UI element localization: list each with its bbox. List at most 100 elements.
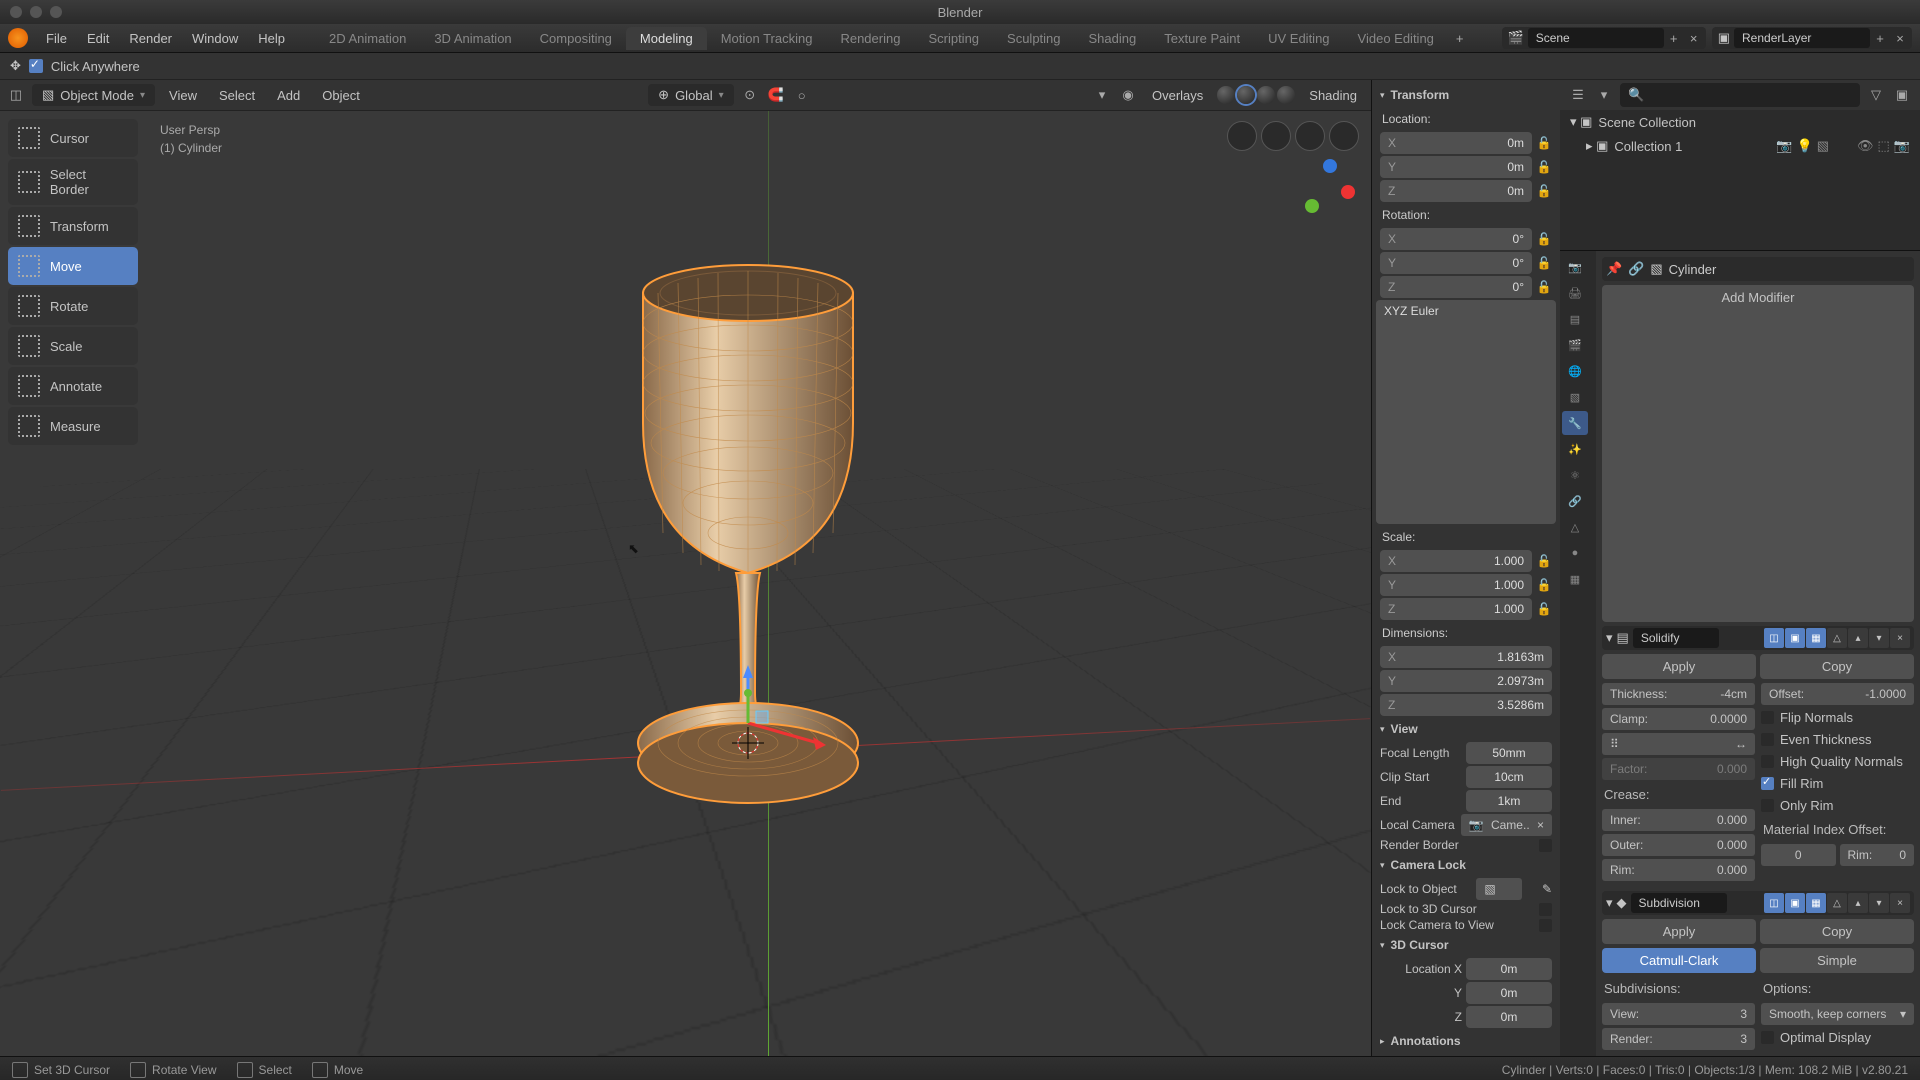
lock-icon[interactable]: 🔓 xyxy=(1536,280,1552,294)
tool-cursor[interactable]: Cursor xyxy=(8,119,138,157)
3d-cursor-section-header[interactable]: 3D Cursor xyxy=(1376,934,1556,956)
optimal-display-checkbox[interactable] xyxy=(1761,1031,1774,1044)
window-controls[interactable] xyxy=(0,6,62,18)
thickness-field[interactable]: Thickness:-4cm xyxy=(1602,683,1755,705)
visibility-icon[interactable]: 👁 xyxy=(1857,138,1874,154)
catmull-clark-button[interactable]: Catmull-Clark xyxy=(1602,948,1756,973)
tab-viewlayer-icon[interactable]: ▤ xyxy=(1562,307,1588,331)
outliner-collection-1[interactable]: ▸ ▣ Collection 1 📷 💡 ▧ 👁 ⬚ 📷 xyxy=(1560,134,1920,158)
mod-up-icon[interactable]: ▴ xyxy=(1848,893,1868,913)
solidify-name-field[interactable] xyxy=(1633,628,1719,648)
tab-output-icon[interactable]: 🖨 xyxy=(1562,281,1588,305)
crease-outer-field[interactable]: Outer:0.000 xyxy=(1602,834,1755,856)
uv-smooth-dropdown[interactable]: Smooth, keep corners▾ xyxy=(1761,1003,1914,1025)
lock-icon[interactable]: 🔓 xyxy=(1536,232,1552,246)
render-border-checkbox[interactable] xyxy=(1539,839,1552,852)
clip-end-field[interactable]: 1km xyxy=(1466,790,1552,812)
mod-realtime-icon[interactable]: ▣ xyxy=(1785,628,1805,648)
object-mesh-icon[interactable]: ▧ xyxy=(1817,138,1829,154)
snap-icon[interactable]: 🧲 xyxy=(766,85,786,105)
scene-new-icon[interactable]: + xyxy=(1664,28,1684,48)
3d-viewport[interactable]: CursorSelect BorderTransformMoveRotateSc… xyxy=(0,111,1371,1056)
only-rim-checkbox[interactable] xyxy=(1761,799,1774,812)
scene-delete-icon[interactable]: × xyxy=(1684,28,1704,48)
shading-wireframe-icon[interactable] xyxy=(1217,86,1235,104)
subdivision-copy-button[interactable]: Copy xyxy=(1760,919,1914,944)
tool-transform[interactable]: Transform xyxy=(8,207,138,245)
gizmo-zoom-icon[interactable] xyxy=(1227,121,1257,151)
location-x-field[interactable]: X0m xyxy=(1380,132,1532,154)
workspace-tab-scripting[interactable]: Scripting xyxy=(914,27,993,50)
tab-modifiers-icon[interactable]: 🔧 xyxy=(1562,411,1588,435)
lock-icon[interactable]: 🔓 xyxy=(1536,602,1552,616)
scale-z-field[interactable]: Z1.000 xyxy=(1380,598,1532,620)
workspace-tab-rendering[interactable]: Rendering xyxy=(826,27,914,50)
annotations-section-header[interactable]: Annotations xyxy=(1376,1030,1556,1052)
nav-x-axis-icon[interactable] xyxy=(1341,185,1355,199)
gizmo-pan-icon[interactable] xyxy=(1261,121,1291,151)
camera-lock-section-header[interactable]: Camera Lock xyxy=(1376,854,1556,876)
tool-scale[interactable]: Scale xyxy=(8,327,138,365)
clip-start-field[interactable]: 10cm xyxy=(1466,766,1552,788)
crease-rim-field[interactable]: Rim:0.000 xyxy=(1602,859,1755,881)
outliner-display-icon[interactable]: ▾ xyxy=(1594,85,1614,105)
chevron-down-icon[interactable]: ▾ xyxy=(1606,630,1613,646)
dim-z-field[interactable]: Z3.5286m xyxy=(1380,694,1552,716)
zoom-window-icon[interactable] xyxy=(50,6,62,18)
pin-icon[interactable]: 📌 xyxy=(1606,261,1622,277)
gizmo-persp-icon[interactable] xyxy=(1329,121,1359,151)
fill-rim-checkbox[interactable] xyxy=(1761,777,1774,790)
add-modifier-dropdown[interactable]: Add Modifier xyxy=(1602,285,1914,622)
tab-scene-icon[interactable]: 🎬 xyxy=(1562,333,1588,357)
tool-annotate[interactable]: Annotate xyxy=(8,367,138,405)
dim-x-field[interactable]: X1.8163m xyxy=(1380,646,1552,668)
mod-down-icon[interactable]: ▾ xyxy=(1869,628,1889,648)
tool-move[interactable]: Move xyxy=(8,247,138,285)
workspace-tab-3d-animation[interactable]: 3D Animation xyxy=(420,27,525,50)
offset-field[interactable]: Offset:-1.0000 xyxy=(1761,683,1914,705)
outliner-new-coll-icon[interactable]: ▣ xyxy=(1892,85,1912,105)
scale-x-field[interactable]: X1.000 xyxy=(1380,550,1532,572)
mod-close-icon[interactable]: × xyxy=(1890,628,1910,648)
hq-normals-checkbox[interactable] xyxy=(1761,755,1774,768)
tool-select-border[interactable]: Select Border xyxy=(8,159,138,205)
local-camera-field[interactable]: 📷Came..× xyxy=(1461,814,1552,836)
hdr-view[interactable]: View xyxy=(161,88,205,103)
simple-button[interactable]: Simple xyxy=(1760,948,1914,973)
rotation-y-field[interactable]: Y0° xyxy=(1380,252,1532,274)
overlays-dropdown[interactable]: Overlays xyxy=(1144,88,1211,103)
shading-solid-icon[interactable] xyxy=(1237,86,1255,104)
selectable-icon[interactable]: ⬚ xyxy=(1878,138,1890,154)
lock-icon[interactable]: 🔓 xyxy=(1536,160,1552,174)
orientation-dropdown[interactable]: ⊕ Global xyxy=(648,84,734,106)
mode-dropdown[interactable]: ▧ Object Mode xyxy=(32,84,155,106)
transform-section-header[interactable]: Transform xyxy=(1376,84,1556,106)
click-anywhere-checkbox[interactable] xyxy=(29,59,43,73)
cursor-y-field[interactable]: 0m xyxy=(1466,982,1552,1004)
rotation-mode-dropdown[interactable]: XYZ Euler xyxy=(1376,300,1556,524)
tab-texture-icon[interactable]: ▦ xyxy=(1562,567,1588,591)
mod-render-icon[interactable]: ◫ xyxy=(1764,628,1784,648)
shading-lookdev-icon[interactable] xyxy=(1257,86,1275,104)
workspace-tab-motion-tracking[interactable]: Motion Tracking xyxy=(707,27,827,50)
gizmo-toggle-icon[interactable]: ▾ xyxy=(1092,85,1112,105)
minimize-window-icon[interactable] xyxy=(30,6,42,18)
scale-y-field[interactable]: Y1.000 xyxy=(1380,574,1532,596)
workspace-tab-sculpting[interactable]: Sculpting xyxy=(993,27,1074,50)
lock-icon[interactable]: 🔓 xyxy=(1536,554,1552,568)
rotation-z-field[interactable]: Z0° xyxy=(1380,276,1532,298)
mod-close-icon[interactable]: × xyxy=(1890,893,1910,913)
subdivision-modifier-header[interactable]: ▾ ◆ ◫ ▣ ▦ △ ▴ ▾ × xyxy=(1602,891,1914,915)
solidify-apply-button[interactable]: Apply xyxy=(1602,654,1756,679)
tab-render-icon[interactable]: 📷 xyxy=(1562,255,1588,279)
clamp-field[interactable]: Clamp:0.0000 xyxy=(1602,708,1755,730)
mod-editmode-icon[interactable]: ▦ xyxy=(1806,628,1826,648)
mod-render-icon[interactable]: ◫ xyxy=(1764,893,1784,913)
lock-3d-cursor-checkbox[interactable] xyxy=(1539,903,1552,916)
cursor-x-field[interactable]: 0m xyxy=(1466,958,1552,980)
location-z-field[interactable]: Z0m xyxy=(1380,180,1532,202)
subdiv-render-field[interactable]: Render:3 xyxy=(1602,1028,1755,1050)
gizmo-camera-icon[interactable] xyxy=(1295,121,1325,151)
object-camera-icon[interactable]: 📷 xyxy=(1776,138,1792,154)
hdr-add[interactable]: Add xyxy=(269,88,308,103)
